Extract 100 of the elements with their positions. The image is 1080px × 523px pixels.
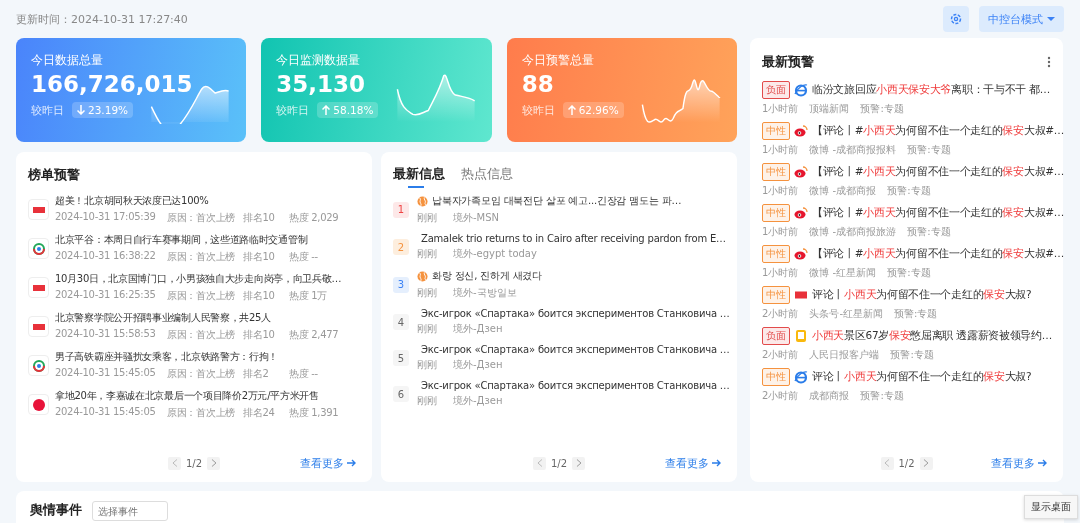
arrow-right-icon	[1038, 459, 1047, 467]
alert-title[interactable]: 【评论丨#小西天为何留不住一个走红的保安大叔#…	[812, 247, 1064, 261]
next-page-button[interactable]	[207, 456, 221, 470]
ranking-title[interactable]: 男子高铁霸座并骚扰女乘客，北京铁路警方：行拘！	[55, 350, 318, 364]
arrow-right-icon	[347, 459, 356, 467]
alert-title[interactable]: 【评论丨#小西天为何留不住一个走红的保安大叔#…	[812, 165, 1064, 179]
alert-title[interactable]: 临汾文旅回应小西天保安大爷离职：干与不干 都…	[812, 83, 1050, 97]
ranking-reason: 原因：首次上榜	[167, 250, 236, 264]
ranking-title[interactable]: 拿地20年，李嘉诚在北京最后一个项目降价2万元/平方米开售	[55, 389, 339, 403]
settings-button[interactable]	[943, 6, 969, 32]
info-title[interactable]: Zamalek trio returns to in Cairo after receiving pardon from E…	[421, 233, 726, 244]
alert-source: 微博 -红星新闻	[809, 266, 877, 280]
view-more-link[interactable]: 查看更多	[991, 455, 1047, 471]
prev-page-button[interactable]	[880, 456, 894, 470]
ranking-title[interactable]: 北京平谷：本周日自行车赛事期间，这些道路临时交通管制	[55, 233, 318, 247]
alert-type: 预警:专题	[894, 307, 938, 321]
ranking-time: 2024-10-31 15:45:05	[55, 406, 157, 419]
stat-title: 今日数据总量	[31, 52, 104, 69]
alert-title[interactable]: 【评论丨#小西天为何留不住一个走红的保安大叔#…	[812, 124, 1064, 138]
ranking-title[interactable]: 超美！北京胡同秋天浓度已达100%	[55, 194, 339, 208]
more-options-icon[interactable]	[1047, 56, 1051, 68]
ranking-rank: 排名24	[243, 406, 276, 420]
alert-source: 微博 -成都商报	[809, 184, 877, 198]
ranking-time: 2024-10-31 17:05:39	[55, 211, 157, 224]
alert-title[interactable]: 【评论丨#小西天为何留不住一个走红的保安大叔#…	[812, 206, 1064, 220]
info-time: 刚刚	[417, 211, 438, 225]
ranking-heat: 热度 2,029	[289, 211, 339, 225]
ranking-rank: 排名10	[243, 211, 276, 225]
settings-icon	[949, 12, 963, 26]
alert-source: 微博 -成都商报报料	[809, 143, 897, 157]
alert-title[interactable]: 小西天景区67岁保安憋屈离职 透露薪资被领导约…	[812, 329, 1053, 343]
tooltip: 显示桌面	[1024, 495, 1078, 519]
view-more-link[interactable]: 查看更多	[300, 455, 356, 471]
chevron-left-icon	[883, 459, 890, 467]
sentiment-tag: 中性	[762, 368, 790, 386]
page-indicator: 1/2	[185, 457, 203, 469]
alert-type: 预警:专题	[860, 389, 904, 403]
panel-title: 榜单预警	[28, 166, 81, 184]
info-title[interactable]: 화랑 정신, 진하게 새겼다	[432, 269, 542, 283]
ranking-heat: 热度 2,477	[289, 328, 339, 342]
alert-time: 1小时前	[762, 184, 799, 198]
info-source: 境外-egypt today	[453, 247, 537, 261]
compare-label: 较昨日	[31, 102, 64, 118]
info-time: 刚刚	[417, 394, 438, 408]
ranking-rank: 排名10	[243, 250, 276, 264]
info-title[interactable]: Экс-игрок «Спартака» боится экспериментов Станковича …	[421, 380, 730, 391]
stat-title: 今日监测数据量	[276, 52, 362, 69]
alert-time: 1小时前	[762, 266, 799, 280]
globe-icon	[417, 270, 428, 282]
alert-type: 预警:专题	[887, 266, 931, 280]
alert-source: 头条号-红星新闻	[809, 307, 883, 321]
ranking-reason: 原因：首次上榜	[167, 367, 236, 381]
alert-source: 人民日报客户端	[809, 348, 880, 362]
event-select[interactable]: 选择事件	[92, 501, 168, 521]
info-title[interactable]: 납북자가족모임 대북전단 살포 예고...긴장감 맴도는 파…	[432, 194, 682, 208]
info-title[interactable]: Экс-игрок «Спартака» боится экспериментов Станковича …	[421, 308, 730, 319]
rank-number: 2	[393, 239, 409, 255]
panel-title: 舆情事件	[30, 501, 82, 519]
info-tab[interactable]: 热点信息	[461, 166, 513, 188]
ranking-reason: 原因：首次上榜	[167, 328, 236, 342]
ranking-reason: 原因：首次上榜	[167, 289, 236, 303]
alert-time: 1小时前	[762, 225, 799, 239]
info-title[interactable]: Экс-игрок «Спартака» боится экспериментов Станковича …	[421, 344, 730, 355]
prev-page-button[interactable]	[532, 456, 546, 470]
next-page-button[interactable]	[919, 456, 933, 470]
info-tab[interactable]: 最新信息	[393, 166, 445, 188]
chevron-left-icon	[171, 459, 178, 467]
view-more-link[interactable]: 查看更多	[665, 455, 721, 471]
rank-number: 1	[393, 201, 409, 218]
rank-number: 6	[393, 386, 409, 402]
ranking-time: 2024-10-31 16:25:35	[55, 289, 157, 302]
alert-time: 2小时前	[762, 348, 799, 362]
sentiment-tag: 负面	[762, 81, 790, 99]
ranking-title[interactable]: 10月30日，北京国博门口，小男孩独自大步走向岗亭，向卫兵敬…	[55, 272, 342, 286]
ranking-title[interactable]: 北京警察学院公开招聘事业编制人民警察，共25人	[55, 311, 339, 325]
ranking-time: 2024-10-31 15:45:05	[55, 367, 157, 380]
alert-time: 1小时前	[762, 143, 799, 157]
panel-title: 最新预警	[762, 53, 814, 71]
alert-source: 微博 -成都商报旅游	[809, 225, 897, 239]
info-source: 境外-Дзен	[453, 358, 503, 372]
info-source: 境外-Дзен	[453, 394, 503, 408]
chevron-right-icon	[575, 459, 582, 467]
ranking-rank: 排名2	[243, 367, 270, 381]
info-source: 境外-Дзен	[453, 322, 503, 336]
page-indicator: 1/2	[898, 457, 915, 469]
change-badge: 62.96%	[562, 102, 624, 118]
stat-value: 166,726,015	[31, 71, 194, 97]
sentiment-tag: 中性	[762, 204, 790, 222]
change-badge: 58.18%	[317, 102, 379, 118]
alert-type: 预警:专题	[860, 102, 904, 116]
alert-time: 1小时前	[762, 102, 799, 116]
stat-title: 今日预警总量	[521, 52, 595, 69]
alert-title[interactable]: 评论丨 小西天为何留不住一个走红的保安大叔?	[812, 288, 1032, 302]
alert-title[interactable]: 评论丨 小西天为何留不住一个走红的保安大叔?	[812, 370, 1032, 384]
next-page-button[interactable]	[572, 456, 586, 470]
stat-value: 88	[521, 71, 555, 97]
prev-page-button[interactable]	[167, 456, 181, 470]
ranking-reason: 原因：首次上榜	[167, 406, 236, 420]
info-source: 境外-국방일보	[453, 286, 517, 300]
chevron-right-icon	[210, 459, 217, 467]
